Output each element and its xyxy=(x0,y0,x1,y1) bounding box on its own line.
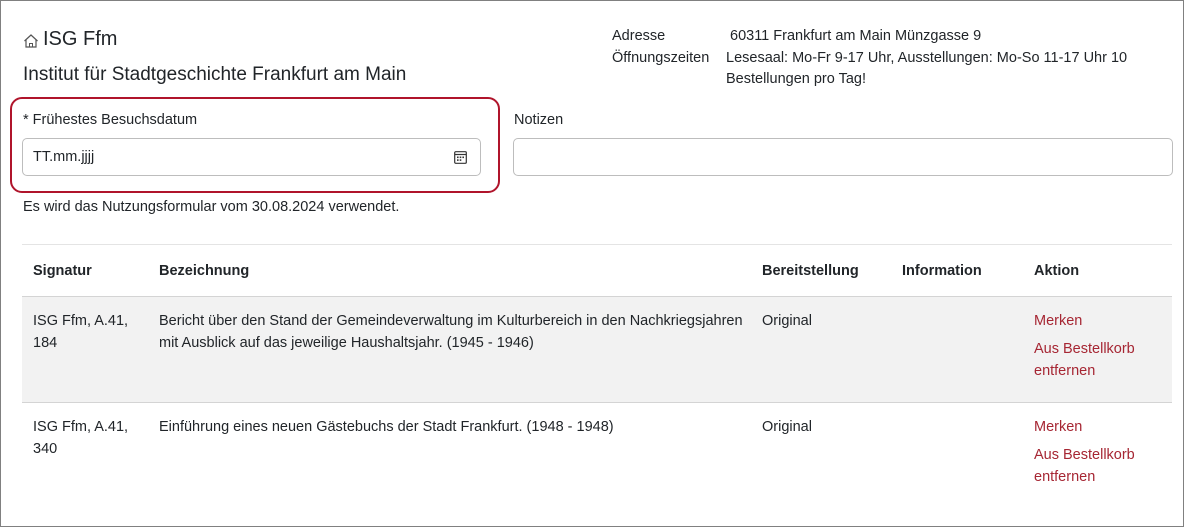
brand-link[interactable]: ISG Ffm xyxy=(23,28,117,51)
table-row: ISG Ffm, A.41, 184 Bericht über den Stan… xyxy=(22,296,1172,402)
date-label: * Frühestes Besuchsdatum xyxy=(23,112,198,128)
col-header-signatur: Signatur xyxy=(33,263,92,279)
address-label: Adresse xyxy=(612,28,666,44)
col-header-bezeichnung: Bezeichnung xyxy=(159,263,250,279)
merken-link[interactable]: Merken xyxy=(1034,310,1169,332)
cell-aktion: Merken Aus Bestellkorb entfernen xyxy=(1034,310,1169,382)
info-block: Adresse 60311 Frankfurt am Main Münzgass… xyxy=(612,26,1170,91)
cell-bereitstellung: Original xyxy=(762,313,812,329)
visit-date-input[interactable]: TT.mm.jjjj xyxy=(22,138,481,176)
col-header-information: Information xyxy=(902,263,982,279)
table-row: ISG Ffm, A.41, 340 Einführung eines neue… xyxy=(22,402,1172,508)
calendar-icon[interactable] xyxy=(454,150,467,164)
col-header-aktion: Aktion xyxy=(1034,263,1080,279)
remove-from-cart-link[interactable]: Aus Bestellkorb entfernen xyxy=(1034,338,1169,382)
home-icon xyxy=(24,34,38,48)
merken-link[interactable]: Merken xyxy=(1034,416,1169,438)
institute-name: Institut für Stadtgeschichte Frankfurt a… xyxy=(23,64,407,85)
notes-label: Notizen xyxy=(514,112,564,128)
hours-label: Öffnungszeiten xyxy=(612,49,710,66)
cell-signatur: ISG Ffm, A.41, 340 xyxy=(33,419,129,457)
date-placeholder: TT.mm.jjjj xyxy=(33,149,95,165)
page: ISG Ffm Institut für Stadtgeschichte Fra… xyxy=(0,0,1182,525)
hours-value: Lesesaal: Mo-Fr 9-17 Uhr, Ausstellungen:… xyxy=(726,49,1128,88)
cell-bezeichnung: Bericht über den Stand der Gemeindeverwa… xyxy=(159,313,743,351)
form-version-note: Es wird das Nutzungsformular vom 30.08.2… xyxy=(23,199,400,215)
brand-label: ISG Ffm xyxy=(43,28,118,50)
notes-input[interactable] xyxy=(513,138,1173,176)
col-header-bereitstellung: Bereitstellung xyxy=(762,263,859,279)
remove-from-cart-link[interactable]: Aus Bestellkorb entfernen xyxy=(1034,444,1169,488)
cell-aktion: Merken Aus Bestellkorb entfernen xyxy=(1034,416,1169,488)
cell-bereitstellung: Original xyxy=(762,419,812,435)
hours-row: Öffnungszeiten Lesesaal: Mo-Fr 9-17 Uhr,… xyxy=(612,48,1170,91)
table-header: Signatur Bezeichnung Bereitstellung Info… xyxy=(22,244,1172,296)
cell-bezeichnung: Einführung eines neuen Gästebuchs der St… xyxy=(159,419,614,435)
cell-signatur: ISG Ffm, A.41, 184 xyxy=(33,313,129,351)
address-row: Adresse 60311 Frankfurt am Main Münzgass… xyxy=(612,26,1170,48)
address-value: 60311 Frankfurt am Main Münzgasse 9 xyxy=(730,28,982,44)
